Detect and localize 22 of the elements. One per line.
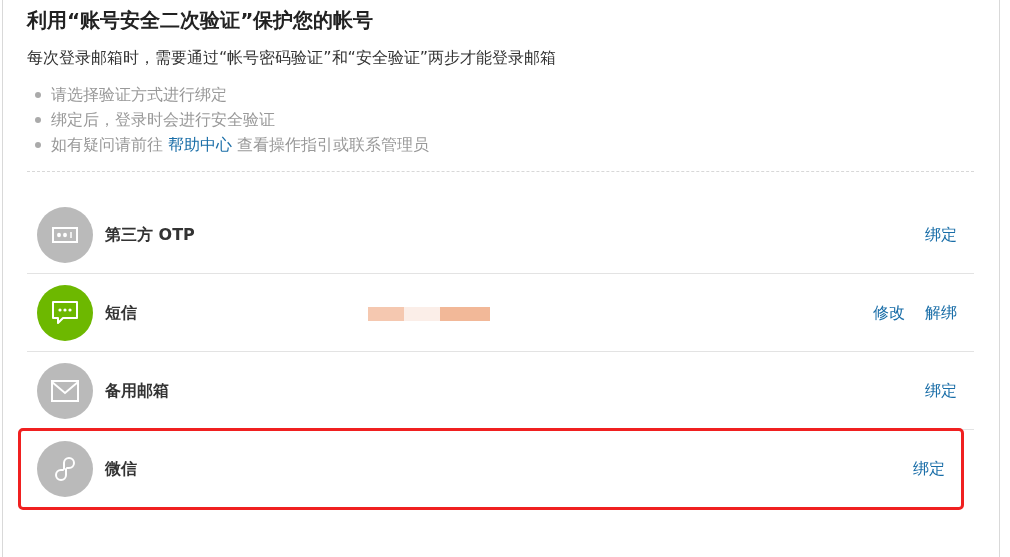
bullet-icon bbox=[35, 116, 41, 123]
tip-text: 如有疑问请前往 帮助中心 查看操作指引或联系管理员 bbox=[51, 134, 430, 156]
method-action-link[interactable]: 绑定 bbox=[925, 378, 957, 403]
link-icon bbox=[52, 454, 78, 483]
tip-text: 请选择验证方式进行绑定 bbox=[51, 84, 227, 106]
bullet-icon bbox=[35, 91, 41, 98]
page-title: 利用“账号安全二次验证”保护您的帐号 bbox=[27, 7, 375, 34]
password-field-icon bbox=[52, 226, 78, 243]
help-center-link[interactable]: 帮助中心 bbox=[168, 135, 233, 154]
method-name: 短信 bbox=[105, 301, 138, 324]
chat-bubble-icon bbox=[51, 299, 79, 326]
bullet-icon bbox=[35, 141, 41, 148]
method-action-link[interactable]: 修改 bbox=[873, 300, 905, 325]
method-action-link[interactable]: 绑定 bbox=[913, 456, 945, 481]
envelope-icon bbox=[51, 379, 79, 402]
method-action-link[interactable]: 绑定 bbox=[925, 222, 957, 247]
method-name: 微信 bbox=[105, 457, 138, 480]
method-name: 备用邮箱 bbox=[105, 379, 170, 402]
method-action-link[interactable]: 解绑 bbox=[925, 300, 957, 325]
tip-text: 绑定后，登录时会进行安全验证 bbox=[51, 109, 275, 131]
description: 每次登录邮箱时，需要通过“帐号密码验证”和“安全验证”两步才能登录邮箱 bbox=[27, 47, 558, 69]
method-name: 第三方 OTP bbox=[105, 223, 196, 246]
